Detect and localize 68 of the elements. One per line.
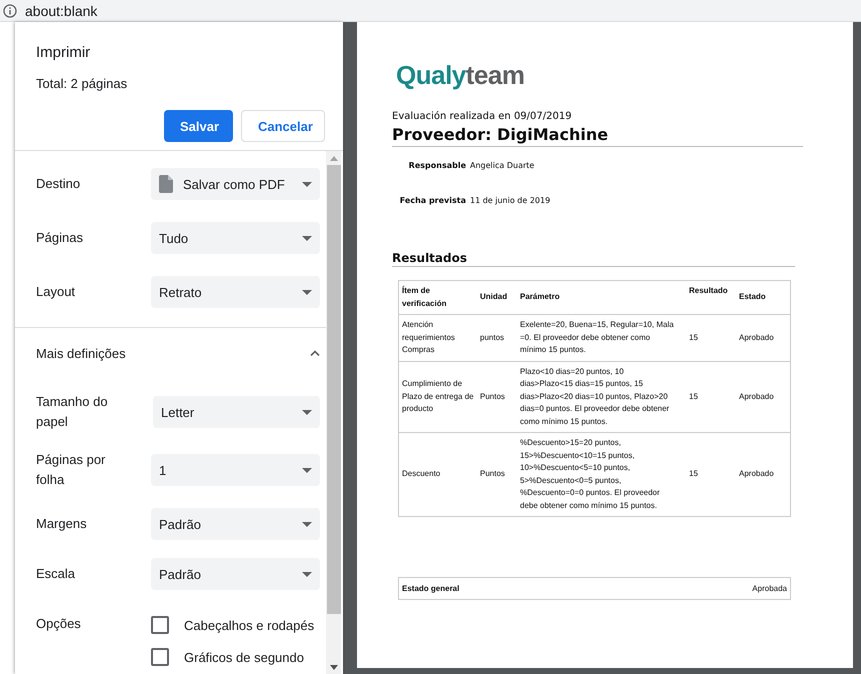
table-cell: Estado general bbox=[398, 578, 637, 600]
dropdown-caret-icon bbox=[302, 236, 312, 240]
document-icon bbox=[159, 175, 173, 193]
column-header: Resultado bbox=[686, 280, 736, 314]
table-cell: Atención requerimientos Compras bbox=[398, 314, 477, 361]
table-cell: Aprobado bbox=[736, 361, 790, 432]
table-cell: Exelente=20, Buena=15, Regular=10, Mala =0. El proveedor debe obtener como mínimo 15 puntos. bbox=[517, 314, 686, 361]
section-heading: Resultados bbox=[392, 251, 795, 267]
dropdown[interactable]: Padrão bbox=[151, 558, 320, 590]
dropdown[interactable]: Letter bbox=[153, 396, 320, 428]
dropdown-caret-icon bbox=[302, 468, 312, 472]
field-label: Responsable bbox=[408, 161, 466, 170]
table-cell: 15 bbox=[686, 432, 736, 516]
table-cell: Descuento bbox=[398, 432, 477, 516]
checkbox-label: Cabeçalhos e rodapés bbox=[184, 618, 314, 632]
page-count: Total: 2 páginas bbox=[36, 76, 128, 91]
table-cell: Aprobada bbox=[636, 578, 790, 600]
table-cell: 15 bbox=[686, 314, 736, 361]
table-cell: Aprobado bbox=[736, 432, 790, 516]
checkbox[interactable] bbox=[151, 616, 169, 634]
setting-label: Layout bbox=[36, 283, 76, 301]
setting-label: Opções bbox=[36, 615, 82, 633]
evaluation-date: Evaluación realizada en 09/07/2019 bbox=[392, 111, 573, 122]
dropdown[interactable]: 1 bbox=[151, 454, 320, 486]
column-header: Ítem de verificación bbox=[398, 280, 477, 314]
dropdown-caret-icon bbox=[302, 182, 312, 186]
table-cell: puntos bbox=[477, 314, 517, 361]
dropdown[interactable]: Padrão bbox=[151, 508, 320, 540]
scroll-down-icon bbox=[330, 665, 338, 670]
save-button[interactable]: Salvar bbox=[164, 110, 233, 142]
column-header: Unidad bbox=[477, 280, 517, 314]
chevron-up-icon bbox=[310, 350, 320, 356]
field-value: 11 de junio de 2019 bbox=[470, 196, 552, 205]
column-header: Estado bbox=[736, 280, 790, 314]
dropdown[interactable]: Salvar como PDF bbox=[151, 168, 320, 200]
table-cell: Aprobado bbox=[736, 314, 790, 361]
setting-label: Tamanho do papel bbox=[36, 393, 109, 431]
setting-label: Páginas bbox=[36, 229, 84, 247]
table-cell: Cumplimiento de Plazo de entrega de producto bbox=[398, 361, 477, 432]
dropdown-caret-icon bbox=[302, 572, 312, 576]
column-header: Parámetro bbox=[517, 280, 686, 314]
setting-label: Margens bbox=[36, 515, 88, 533]
table-cell: Plazo<10 dias=20 puntos, 10 dias>Plazo<15 dias=15 puntos, 15 dias>Plazo<20 dias=10 puntos, Plazo>20 dias=0 puntos. El proveedor debe obtener como mínimo 15 puntos. bbox=[517, 361, 686, 432]
setting-label: Destino bbox=[36, 175, 82, 193]
setting-label: Escala bbox=[36, 565, 76, 583]
url-text: about:blank bbox=[25, 2, 98, 18]
setting-label: Páginas por folha bbox=[36, 451, 106, 489]
dropdown-caret-icon bbox=[302, 290, 312, 294]
logo: Qualyteam bbox=[396, 60, 524, 91]
table-cell: %Descuento>15=20 puntos, 15>%Descuento<10=15 puntos, 10>%Descuento<5=10 puntos, 5>%Descuento<0=5 puntos, %Descuento=0=0 puntos. El proveedor debe obtener como mínimo 15 puntos. bbox=[517, 432, 686, 516]
more-settings-toggle[interactable]: Mais definições bbox=[15, 328, 326, 378]
table-cell: 15 bbox=[686, 361, 736, 432]
field-label: Fecha prevista bbox=[398, 196, 466, 205]
scroll-up-icon bbox=[330, 156, 338, 161]
supplier-heading: Proveedor: DigiMachine bbox=[392, 125, 803, 147]
dialog-title: Imprimir bbox=[36, 44, 92, 61]
dropdown-caret-icon bbox=[302, 522, 312, 526]
dropdown[interactable]: Retrato bbox=[151, 276, 320, 308]
checkbox[interactable] bbox=[151, 648, 169, 666]
cancel-button[interactable]: Cancelar bbox=[241, 110, 325, 142]
table-cell: Puntos bbox=[477, 432, 517, 516]
scrollbar[interactable] bbox=[326, 151, 341, 674]
dropdown-caret-icon bbox=[302, 410, 312, 414]
field-value: Angelica Duarte bbox=[470, 161, 536, 170]
checkbox-label: Gráficos de segundo bbox=[184, 650, 304, 664]
table-cell: Puntos bbox=[477, 361, 517, 432]
info-icon bbox=[3, 4, 17, 18]
dropdown[interactable]: Tudo bbox=[151, 222, 320, 254]
